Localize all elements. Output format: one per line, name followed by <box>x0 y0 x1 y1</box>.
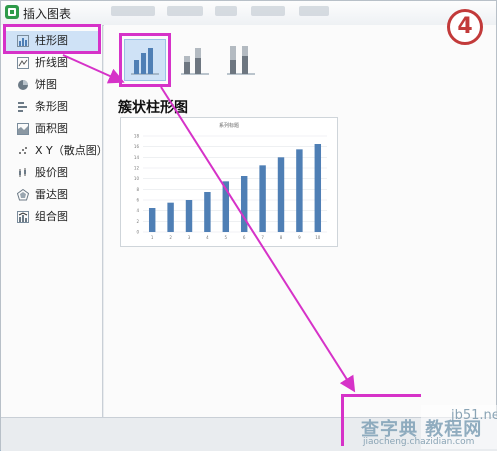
step-number-badge: 4 <box>447 9 483 45</box>
annotation-arrows <box>62 54 356 393</box>
insert-chart-dialog: 插入图表 柱形图 折线图 饼图 条形图 面积图 X Y（散点图） 股价图 雷达图… <box>0 0 497 451</box>
arrow-to-confirm <box>160 86 356 393</box>
arrow-to-subtype <box>62 54 125 84</box>
watermark-url: jiaocheng.chazidian.com <box>363 437 475 447</box>
